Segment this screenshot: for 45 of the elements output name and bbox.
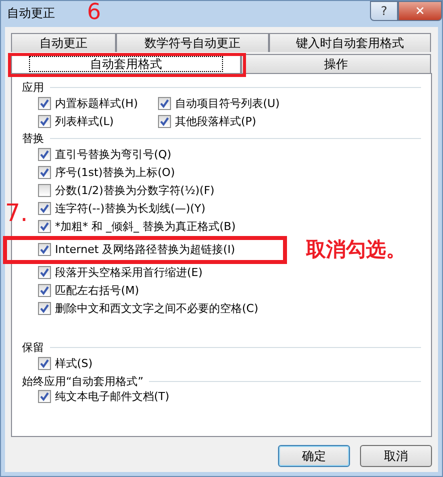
checkbox[interactable] xyxy=(158,96,171,110)
checkbox[interactable] xyxy=(158,114,171,128)
dialog-button[interactable]: 取消 xyxy=(360,445,432,467)
option-label[interactable]: 列表样式(L) xyxy=(55,114,114,128)
checkbox[interactable] xyxy=(38,114,51,128)
tab[interactable]: 键入时自动套用格式 xyxy=(269,33,431,52)
tab[interactable]: 操作 xyxy=(241,54,431,73)
option-label[interactable]: 内置标题样式(H) xyxy=(55,96,138,110)
checkbox[interactable] xyxy=(38,220,51,233)
checkbox[interactable] xyxy=(38,302,51,315)
option-label[interactable]: 纯文本电子邮件文档(T) xyxy=(55,390,170,404)
checkbox[interactable] xyxy=(38,242,51,256)
checkbox[interactable] xyxy=(38,266,51,279)
option-label[interactable]: Internet 及网络路径替换为超链接(I) xyxy=(55,242,236,256)
group-label: 应用 xyxy=(22,81,44,94)
annotation-note: 取消勾选。 xyxy=(306,237,406,262)
option-label[interactable]: 直引号替换为弯引号(Q) xyxy=(55,148,172,161)
option-label[interactable]: 其他段落样式(P) xyxy=(175,114,256,128)
option-label[interactable]: *加粗* 和 _倾斜_ 替换为真正格式(B) xyxy=(55,220,236,233)
group-label: 始终应用“自动套用格式” xyxy=(22,374,144,388)
tab[interactable]: 数学符号自动更正 xyxy=(116,33,269,52)
option-label[interactable]: 匹配左右括号(M) xyxy=(55,284,140,297)
help-button[interactable]: ? xyxy=(370,1,398,21)
step-number: 7. xyxy=(5,201,28,226)
option-label[interactable]: 段落开头空格采用首行缩进(E) xyxy=(55,266,203,279)
option-label[interactable]: 删除中文和西文文字之间不必要的空格(C) xyxy=(55,302,258,315)
option-label[interactable]: 序号(1st)替换为上标(O) xyxy=(55,166,175,179)
group-label: 保留 xyxy=(22,341,44,355)
checkbox[interactable] xyxy=(38,166,51,179)
option-label[interactable]: 自动项目符号列表(U) xyxy=(175,96,280,110)
checkbox[interactable] xyxy=(38,184,51,197)
checkbox[interactable] xyxy=(38,284,51,297)
window-title: 自动更正 xyxy=(7,6,55,20)
tab[interactable]: 自动更正 xyxy=(11,33,116,52)
step-number: 6 xyxy=(87,2,101,24)
option-label[interactable]: 分数(1/2)替换为分数字符(½)(F) xyxy=(55,184,214,197)
dialog-button[interactable]: 确定 xyxy=(278,445,350,467)
group-label: 替换 xyxy=(22,132,44,146)
checkbox[interactable] xyxy=(38,202,51,215)
checkbox[interactable] xyxy=(38,390,51,404)
option-label[interactable]: 样式(S) xyxy=(55,356,93,370)
checkbox[interactable] xyxy=(38,148,51,161)
checkbox[interactable] xyxy=(38,357,51,370)
option-label[interactable]: 连字符(--)替换为长划线(—)(Y) xyxy=(55,202,206,215)
checkbox[interactable] xyxy=(38,96,51,110)
